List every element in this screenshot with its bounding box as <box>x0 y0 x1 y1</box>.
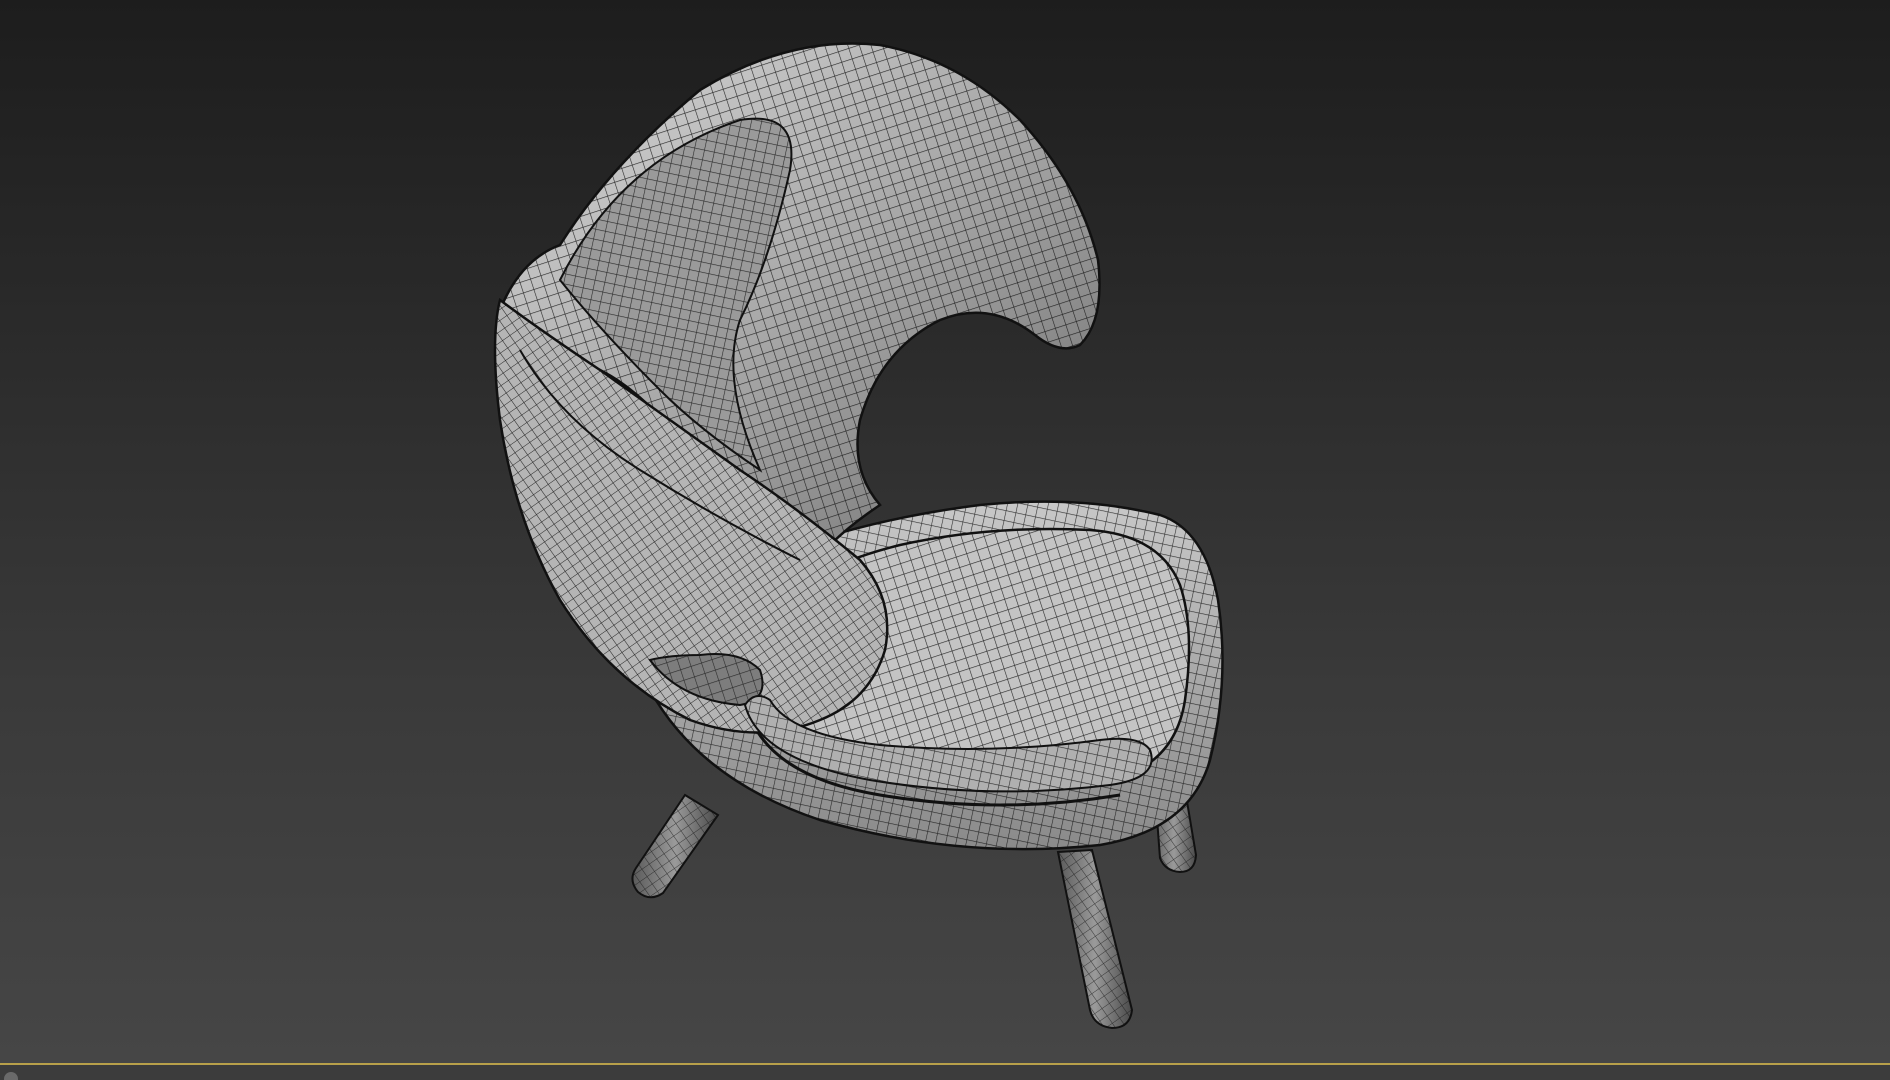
perspective-viewport[interactable] <box>0 0 1890 1063</box>
viewport-corner-icon[interactable] <box>4 1072 18 1080</box>
viewport-canvas[interactable] <box>0 0 1890 1063</box>
bottom-status-strip <box>0 1065 1890 1080</box>
chair-model[interactable] <box>493 42 1224 1030</box>
